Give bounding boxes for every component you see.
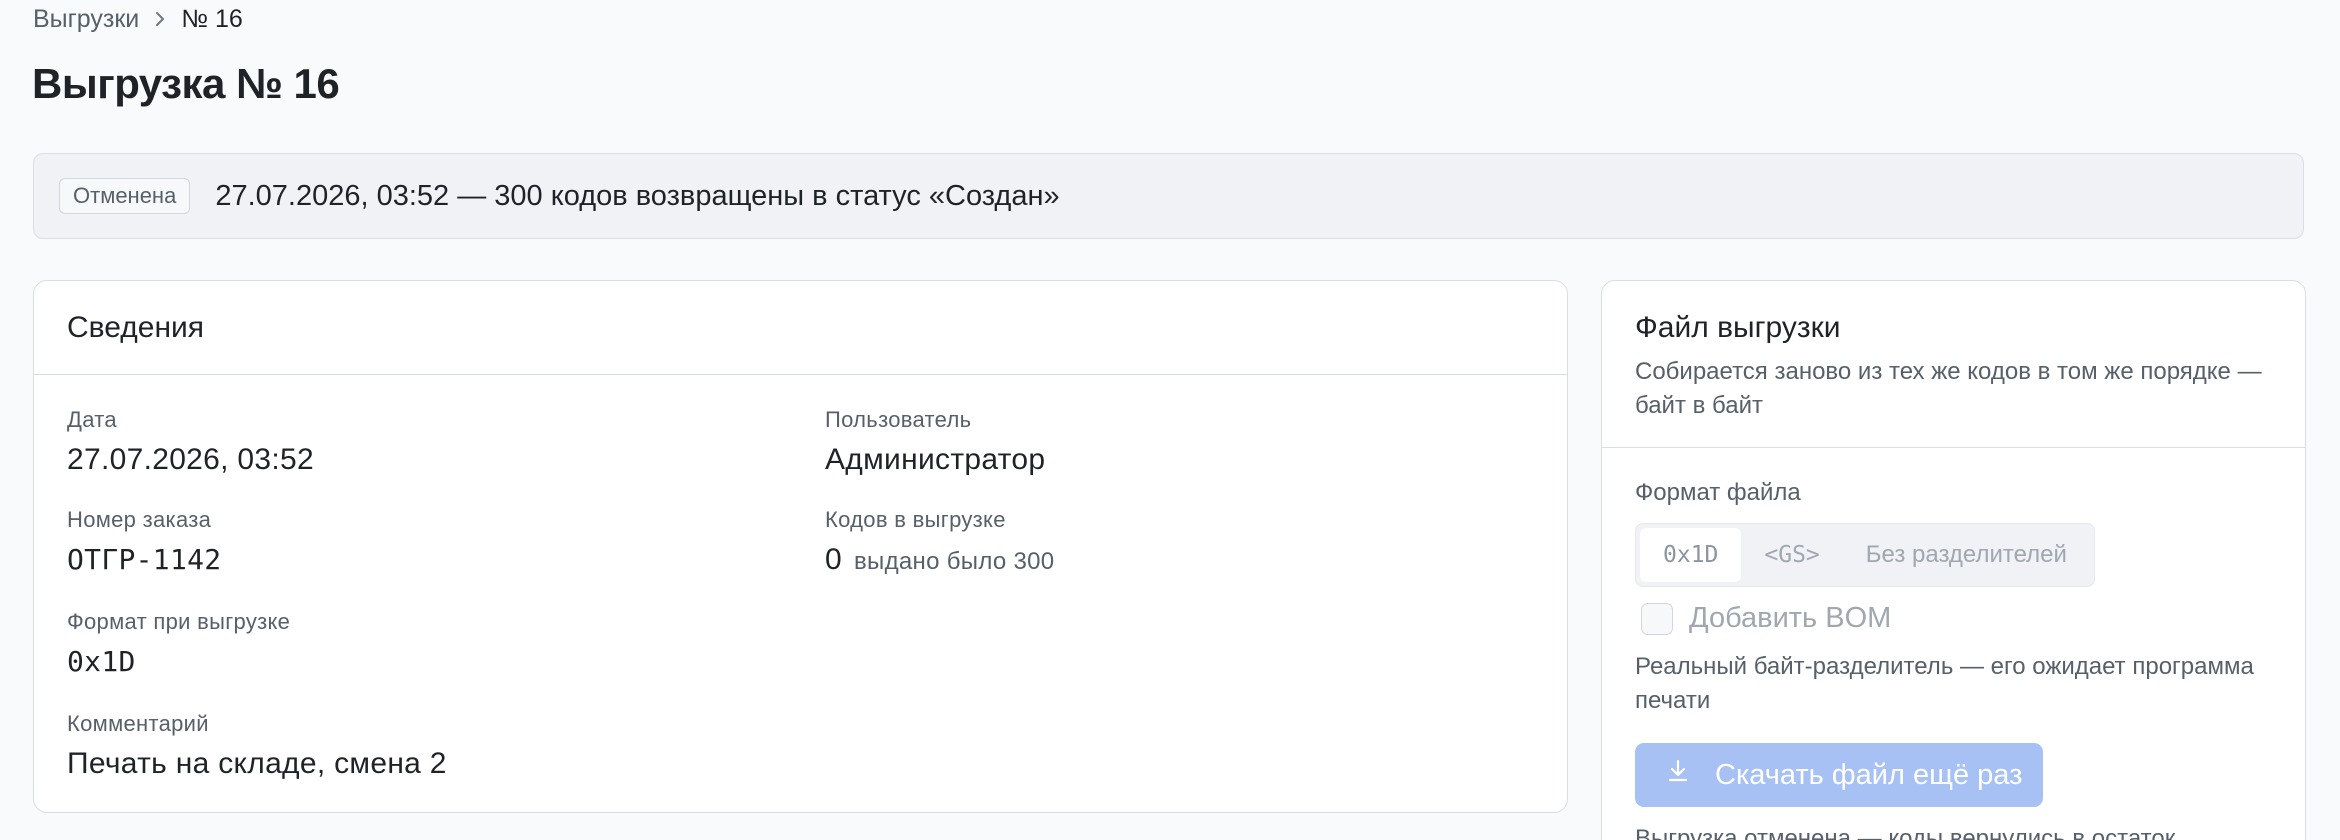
format-hint: Реальный байт-разделитель — его ожидает … bbox=[1635, 653, 2254, 714]
page-title: Выгрузка № 16 bbox=[32, 60, 340, 107]
chevron-right-icon bbox=[153, 10, 167, 28]
file-card-title: Файл выгрузки bbox=[1635, 311, 1841, 344]
download-again-button[interactable]: Скачать файл ещё раз bbox=[1635, 743, 2043, 807]
field-codes-issued: выдано было 300 bbox=[854, 548, 1055, 575]
breadcrumb-current: № 16 bbox=[181, 4, 243, 33]
format-option-none[interactable]: Без разделителей bbox=[1843, 528, 2090, 582]
file-format-label: Формат файла bbox=[1635, 479, 1801, 506]
field-date-value: 27.07.2026, 03:52 bbox=[67, 443, 314, 476]
field-codes-value: 0 bbox=[825, 543, 842, 576]
status-badge: Отменена bbox=[59, 178, 191, 214]
field-order: Номер заказа ОТГР-1142 bbox=[67, 507, 221, 576]
bom-option: Добавить BOM bbox=[1641, 602, 1891, 635]
file-card-description: Собирается заново из тех же кодов в том … bbox=[1635, 358, 2262, 419]
field-format-value: 0x1D bbox=[67, 645, 136, 678]
field-codes-value-row: 0 выдано было 300 bbox=[825, 543, 1054, 577]
field-user-label: Пользователь bbox=[825, 407, 972, 432]
status-banner: Отменена 27.07.2026, 03:52 — 300 кодов в… bbox=[33, 153, 2304, 239]
format-option-0x1d[interactable]: 0x1D bbox=[1640, 528, 1742, 582]
info-card-title: Сведения bbox=[67, 310, 205, 344]
field-format-label: Формат при выгрузке bbox=[67, 609, 291, 634]
bom-checkbox-label[interactable]: Добавить BOM bbox=[1689, 602, 1891, 635]
field-format: Формат при выгрузке 0x1D bbox=[67, 609, 290, 678]
field-comment-label: Комментарий bbox=[67, 711, 209, 736]
format-option-gs[interactable]: <GS> bbox=[1741, 528, 1842, 582]
field-comment: Комментарий Печать на складе, смена 2 bbox=[67, 711, 447, 781]
download-again-label: Скачать файл ещё раз bbox=[1715, 758, 2023, 791]
field-date: Дата 27.07.2026, 03:52 bbox=[67, 407, 314, 477]
info-card: Сведения Дата 27.07.2026, 03:52 Пользова… bbox=[33, 280, 1568, 813]
file-card: Файл выгрузки Собирается заново из тех ж… bbox=[1601, 280, 2306, 840]
status-message: 27.07.2026, 03:52 — 300 кодов возвращены… bbox=[215, 179, 1060, 212]
field-codes: Кодов в выгрузке 0 выдано было 300 bbox=[825, 507, 1054, 577]
field-order-label: Номер заказа bbox=[67, 507, 212, 532]
info-card-header: Сведения bbox=[34, 281, 1567, 375]
field-codes-label: Кодов в выгрузке bbox=[825, 507, 1006, 532]
breadcrumb-link-exports[interactable]: Выгрузки bbox=[33, 5, 139, 34]
bom-checkbox[interactable] bbox=[1641, 602, 1673, 635]
field-user-value: Администратор bbox=[825, 443, 1046, 476]
field-comment-value: Печать на складе, смена 2 bbox=[67, 747, 447, 780]
field-date-label: Дата bbox=[67, 407, 117, 432]
download-icon bbox=[1665, 758, 1715, 792]
cancel-note: Выгрузка отменена — коды вернулись в ост… bbox=[1635, 825, 2176, 840]
field-user: Пользователь Администратор bbox=[825, 407, 1045, 477]
breadcrumb: Выгрузки № 16 bbox=[33, 2, 243, 36]
field-order-value: ОТГР-1142 bbox=[67, 543, 222, 576]
file-card-header: Файл выгрузки Собирается заново из тех ж… bbox=[1602, 281, 2305, 448]
file-format-selector: 0x1D <GS> Без разделителей bbox=[1635, 523, 2095, 587]
